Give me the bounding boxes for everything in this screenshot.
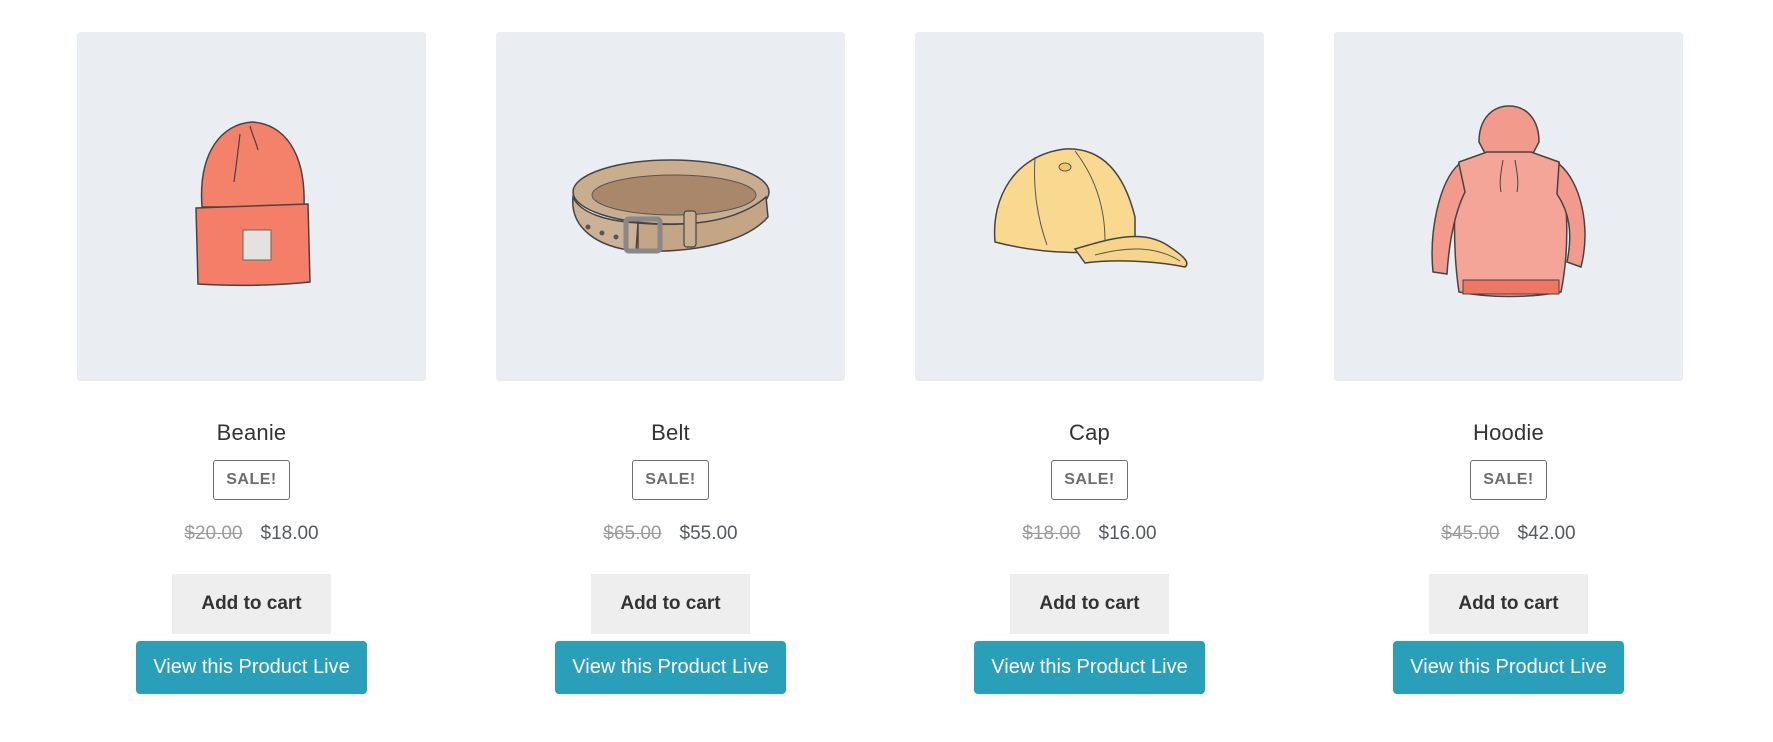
product-title[interactable]: Hoodie [1473,419,1544,447]
add-to-cart-button[interactable]: Add to cart [1429,574,1588,634]
price: $18.00 $16.00 [1022,522,1156,546]
sale-badge: SALE! [213,460,290,500]
view-product-live-button[interactable]: View this Product Live [136,641,367,694]
add-to-cart-button[interactable]: Add to cart [172,574,331,634]
product-title[interactable]: Cap [1069,419,1110,447]
sale-price: $55.00 [679,523,738,544]
sale-badge: SALE! [1051,460,1128,500]
product-card-cap: Cap SALE! $18.00 $16.00 Add to cart View… [915,32,1264,694]
beanie-image [194,120,311,286]
product-title[interactable]: Belt [651,419,690,447]
product-card-belt: Belt SALE! $65.00 $55.00 Add to cart Vie… [496,32,845,694]
sale-badge: SALE! [1470,460,1547,500]
sale-badge: SALE! [632,460,709,500]
price: $65.00 $55.00 [603,522,737,546]
product-grid: Beanie SALE! $20.00 $18.00 Add to cart V… [77,32,1683,694]
cap-image [993,147,1188,268]
product-card-hoodie: Hoodie SALE! $45.00 $42.00 Add to cart V… [1334,32,1683,694]
product-card-beanie: Beanie SALE! $20.00 $18.00 Add to cart V… [77,32,426,694]
price: $45.00 $42.00 [1441,522,1575,546]
sale-price: $16.00 [1098,523,1157,544]
add-to-cart-button[interactable]: Add to cart [591,574,750,634]
belt-image [571,158,770,253]
add-to-cart-button[interactable]: Add to cart [1010,574,1169,634]
price: $20.00 $18.00 [184,522,318,546]
product-image-link-cap[interactable] [915,32,1264,381]
old-price: $65.00 [603,523,662,544]
hoodie-image [1430,104,1586,297]
sale-price: $18.00 [260,523,319,544]
view-product-live-button[interactable]: View this Product Live [555,641,786,694]
old-price: $20.00 [184,523,243,544]
product-title[interactable]: Beanie [217,419,287,447]
sale-price: $42.00 [1517,523,1576,544]
old-price: $18.00 [1022,523,1081,544]
view-product-live-button[interactable]: View this Product Live [1393,641,1624,694]
product-image-link-belt[interactable] [496,32,845,381]
view-product-live-button[interactable]: View this Product Live [974,641,1205,694]
old-price: $45.00 [1441,523,1500,544]
product-image-link-hoodie[interactable] [1334,32,1683,381]
product-image-link-beanie[interactable] [77,32,426,381]
